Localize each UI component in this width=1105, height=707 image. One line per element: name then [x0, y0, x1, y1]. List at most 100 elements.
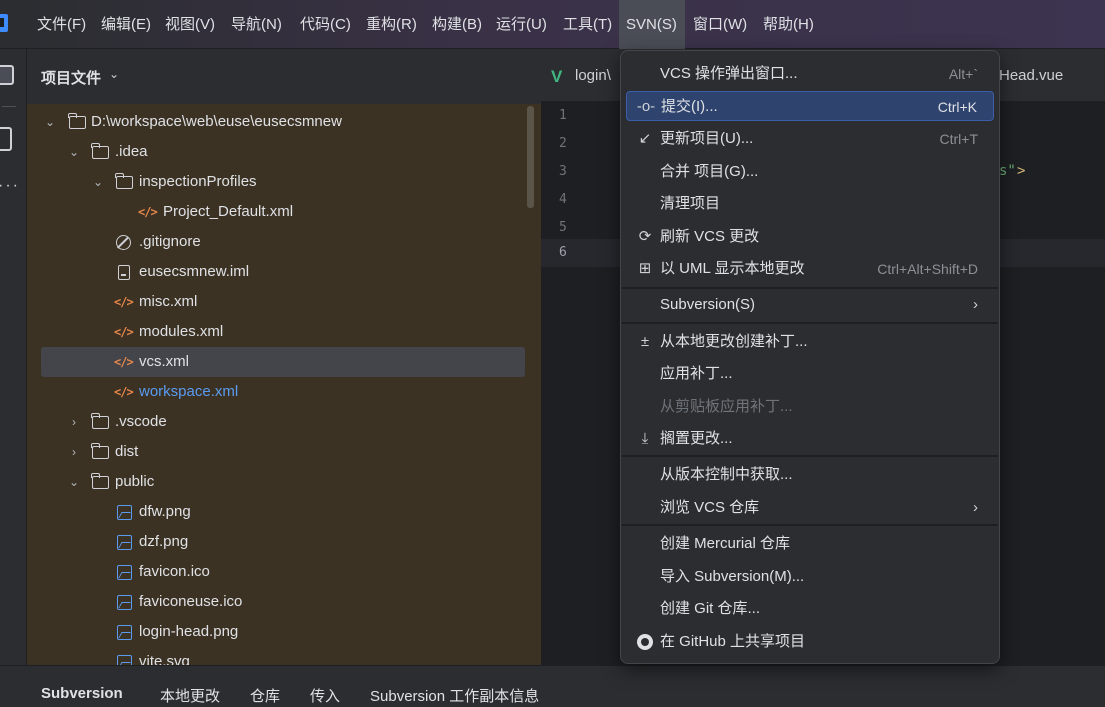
menu-separator — [622, 322, 998, 324]
menu-item-label: Subversion(S) — [660, 296, 756, 313]
menu-bar: 文件(F) 编辑(E) 视图(V) 导航(N) 代码(C) 重构(R) 构建(B… — [0, 0, 1105, 49]
menu-item-commit[interactable]: -o- 提交(I)... Ctrl+K — [626, 91, 994, 121]
menu-item-create-patch[interactable]: ± 从本地更改创建补丁... — [626, 327, 994, 357]
menu-item-import-subversion[interactable]: 导入 Subversion(M)... — [626, 562, 994, 592]
tab-working-copy-info[interactable]: Subversion 工作副本信息 — [370, 685, 539, 706]
tree-row[interactable]: ⌄ D:\workspace\web\euse\eusecsmnew — [27, 107, 541, 137]
menu-item-vcs-popup[interactable]: VCS 操作弹出窗口... Alt+` — [626, 59, 994, 89]
menu-edit[interactable]: 编辑(E) — [101, 0, 151, 49]
menu-item-label: 合并 项目(G)... — [660, 163, 759, 180]
tree-row[interactable]: vite.svg — [27, 647, 541, 665]
menu-item-get-from-vcs[interactable]: 从版本控制中获取... — [626, 460, 994, 490]
tree-row[interactable]: › dist — [27, 437, 541, 467]
tree-row[interactable]: dzf.png — [27, 527, 541, 557]
shelve-download-icon: ⤓ — [641, 430, 649, 447]
menu-item-uml-changes[interactable]: ⊞ 以 UML 显示本地更改 Ctrl+Alt+Shift+D — [626, 254, 994, 284]
menu-svn[interactable]: SVN(S) — [619, 0, 685, 49]
tree-row[interactable]: faviconeuse.ico — [27, 587, 541, 617]
tab-subversion[interactable]: Subversion — [41, 685, 123, 702]
image-file-icon — [117, 565, 132, 580]
submenu-arrow-icon: › — [973, 296, 978, 313]
tree-row[interactable]: login-head.png — [27, 617, 541, 647]
tree-row[interactable]: </> Project_Default.xml — [27, 197, 541, 227]
menu-run[interactable]: 运行(U) — [496, 0, 547, 49]
menu-item-label: 在 GitHub 上共享项目 — [660, 633, 806, 650]
tree-row[interactable]: </> misc.xml — [27, 287, 541, 317]
tree-item-label: modules.xml — [139, 323, 224, 340]
tree-item-label: eusecsmnew.iml — [139, 263, 250, 280]
tree-row[interactable]: ⌄ public — [27, 467, 541, 497]
expand-arrow-icon[interactable]: ⌄ — [67, 467, 81, 497]
menu-item-label: 提交(I)... — [661, 98, 718, 115]
menu-item-label: 清理项目 — [660, 195, 721, 212]
menu-item-label: 搁置更改... — [660, 430, 733, 447]
menu-item-update-project[interactable]: ↙ 更新项目(U)... Ctrl+T — [626, 124, 994, 154]
tree-item-label: Project_Default.xml — [163, 203, 294, 220]
app-logo-icon — [0, 14, 8, 32]
menu-item-refresh-vcs[interactable]: ⟳ 刷新 VCS 更改 — [626, 222, 994, 252]
xml-file-icon: </> — [114, 325, 134, 339]
tree-row[interactable]: dfw.png — [27, 497, 541, 527]
tree-row[interactable]: </> modules.xml — [27, 317, 541, 347]
expand-arrow-icon[interactable]: ⌄ — [43, 107, 57, 137]
tree-row[interactable]: ⌄ inspectionProfiles — [27, 167, 541, 197]
menu-build[interactable]: 构建(B) — [432, 0, 482, 49]
menu-item-cleanup[interactable]: 清理项目 — [626, 189, 994, 219]
tab-repository[interactable]: 仓库 — [250, 685, 280, 706]
expand-arrow-icon[interactable]: ⌄ — [91, 167, 105, 197]
menu-file[interactable]: 文件(F) — [37, 0, 86, 49]
tree-item-label: .vscode — [115, 413, 167, 430]
folder-icon — [91, 443, 109, 459]
project-panel-header: 项目文件 ⌄ — [27, 49, 541, 104]
expand-arrow-icon[interactable]: ⌄ — [67, 137, 81, 167]
collapse-arrow-icon[interactable]: › — [67, 407, 81, 437]
menu-window[interactable]: 窗口(W) — [693, 0, 747, 49]
menu-item-share-on-github[interactable]: 在 GitHub 上共享项目 — [626, 627, 994, 657]
menu-item-shelve-changes[interactable]: ⤓ 搁置更改... — [626, 424, 994, 454]
menu-item-create-mercurial-repo[interactable]: 创建 Mercurial 仓库 — [626, 529, 994, 559]
uml-diagram-icon: ⊞ — [638, 260, 652, 277]
tree-row[interactable]: .gitignore — [27, 227, 541, 257]
folder-icon — [68, 113, 86, 129]
menu-item-create-git-repo[interactable]: 创建 Git 仓库... — [626, 594, 994, 624]
menu-item-shortcut: Ctrl+Alt+Shift+D — [877, 261, 978, 277]
line-number: 1 — [559, 108, 567, 123]
tree-row-selected[interactable]: </> vcs.xml — [27, 347, 541, 377]
tree-item-label: login-head.png — [139, 623, 239, 640]
menu-tools[interactable]: 工具(T) — [563, 0, 612, 49]
menu-item-label: 创建 Mercurial 仓库 — [660, 535, 791, 552]
tree-row[interactable]: ⌄ .idea — [27, 137, 541, 167]
chevron-down-icon[interactable]: ⌄ — [109, 67, 119, 81]
project-panel-title[interactable]: 项目文件 — [41, 67, 101, 88]
menu-item-label: 从版本控制中获取... — [660, 466, 793, 483]
tab-incoming[interactable]: 传入 — [310, 685, 340, 706]
editor-tab-head-vue[interactable]: Head.vue — [999, 67, 1063, 84]
menu-item-label: 应用补丁... — [660, 365, 733, 382]
menu-view[interactable]: 视图(V) — [165, 0, 215, 49]
tree-item-label: dist — [115, 443, 139, 460]
refresh-icon: ⟳ — [638, 228, 652, 245]
structure-tool-icon[interactable] — [0, 127, 12, 151]
bottom-tool-bar: Subversion 本地更改 仓库 传入 Subversion 工作副本信息 — [0, 665, 1105, 707]
tree-row[interactable]: </> workspace.xml — [27, 377, 541, 407]
menu-item-merge-project[interactable]: 合并 项目(G)... — [626, 157, 994, 187]
menu-code[interactable]: 代码(C) — [300, 0, 351, 49]
github-icon — [637, 634, 653, 650]
menu-separator — [622, 524, 998, 526]
tree-row[interactable]: eusecsmnew.iml — [27, 257, 541, 287]
editor-tab-login[interactable]: login\ — [575, 67, 611, 84]
menu-item-browse-vcs-repo[interactable]: 浏览 VCS 仓库 › — [626, 493, 994, 523]
menu-item-apply-patch[interactable]: 应用补丁... — [626, 359, 994, 389]
tree-row[interactable]: favicon.ico — [27, 557, 541, 587]
tree-row[interactable]: › .vscode — [27, 407, 541, 437]
menu-refactor[interactable]: 重构(R) — [366, 0, 417, 49]
more-tools-icon[interactable]: ··· — [0, 177, 20, 195]
collapse-arrow-icon[interactable]: › — [67, 437, 81, 467]
menu-help[interactable]: 帮助(H) — [763, 0, 814, 49]
menu-navigate[interactable]: 导航(N) — [231, 0, 282, 49]
line-number: 6 — [559, 245, 567, 260]
menu-item-subversion[interactable]: Subversion(S) › — [626, 290, 994, 320]
tab-local-changes[interactable]: 本地更改 — [160, 685, 220, 706]
project-tool-icon[interactable] — [0, 65, 14, 85]
xml-file-icon: </> — [114, 355, 134, 369]
